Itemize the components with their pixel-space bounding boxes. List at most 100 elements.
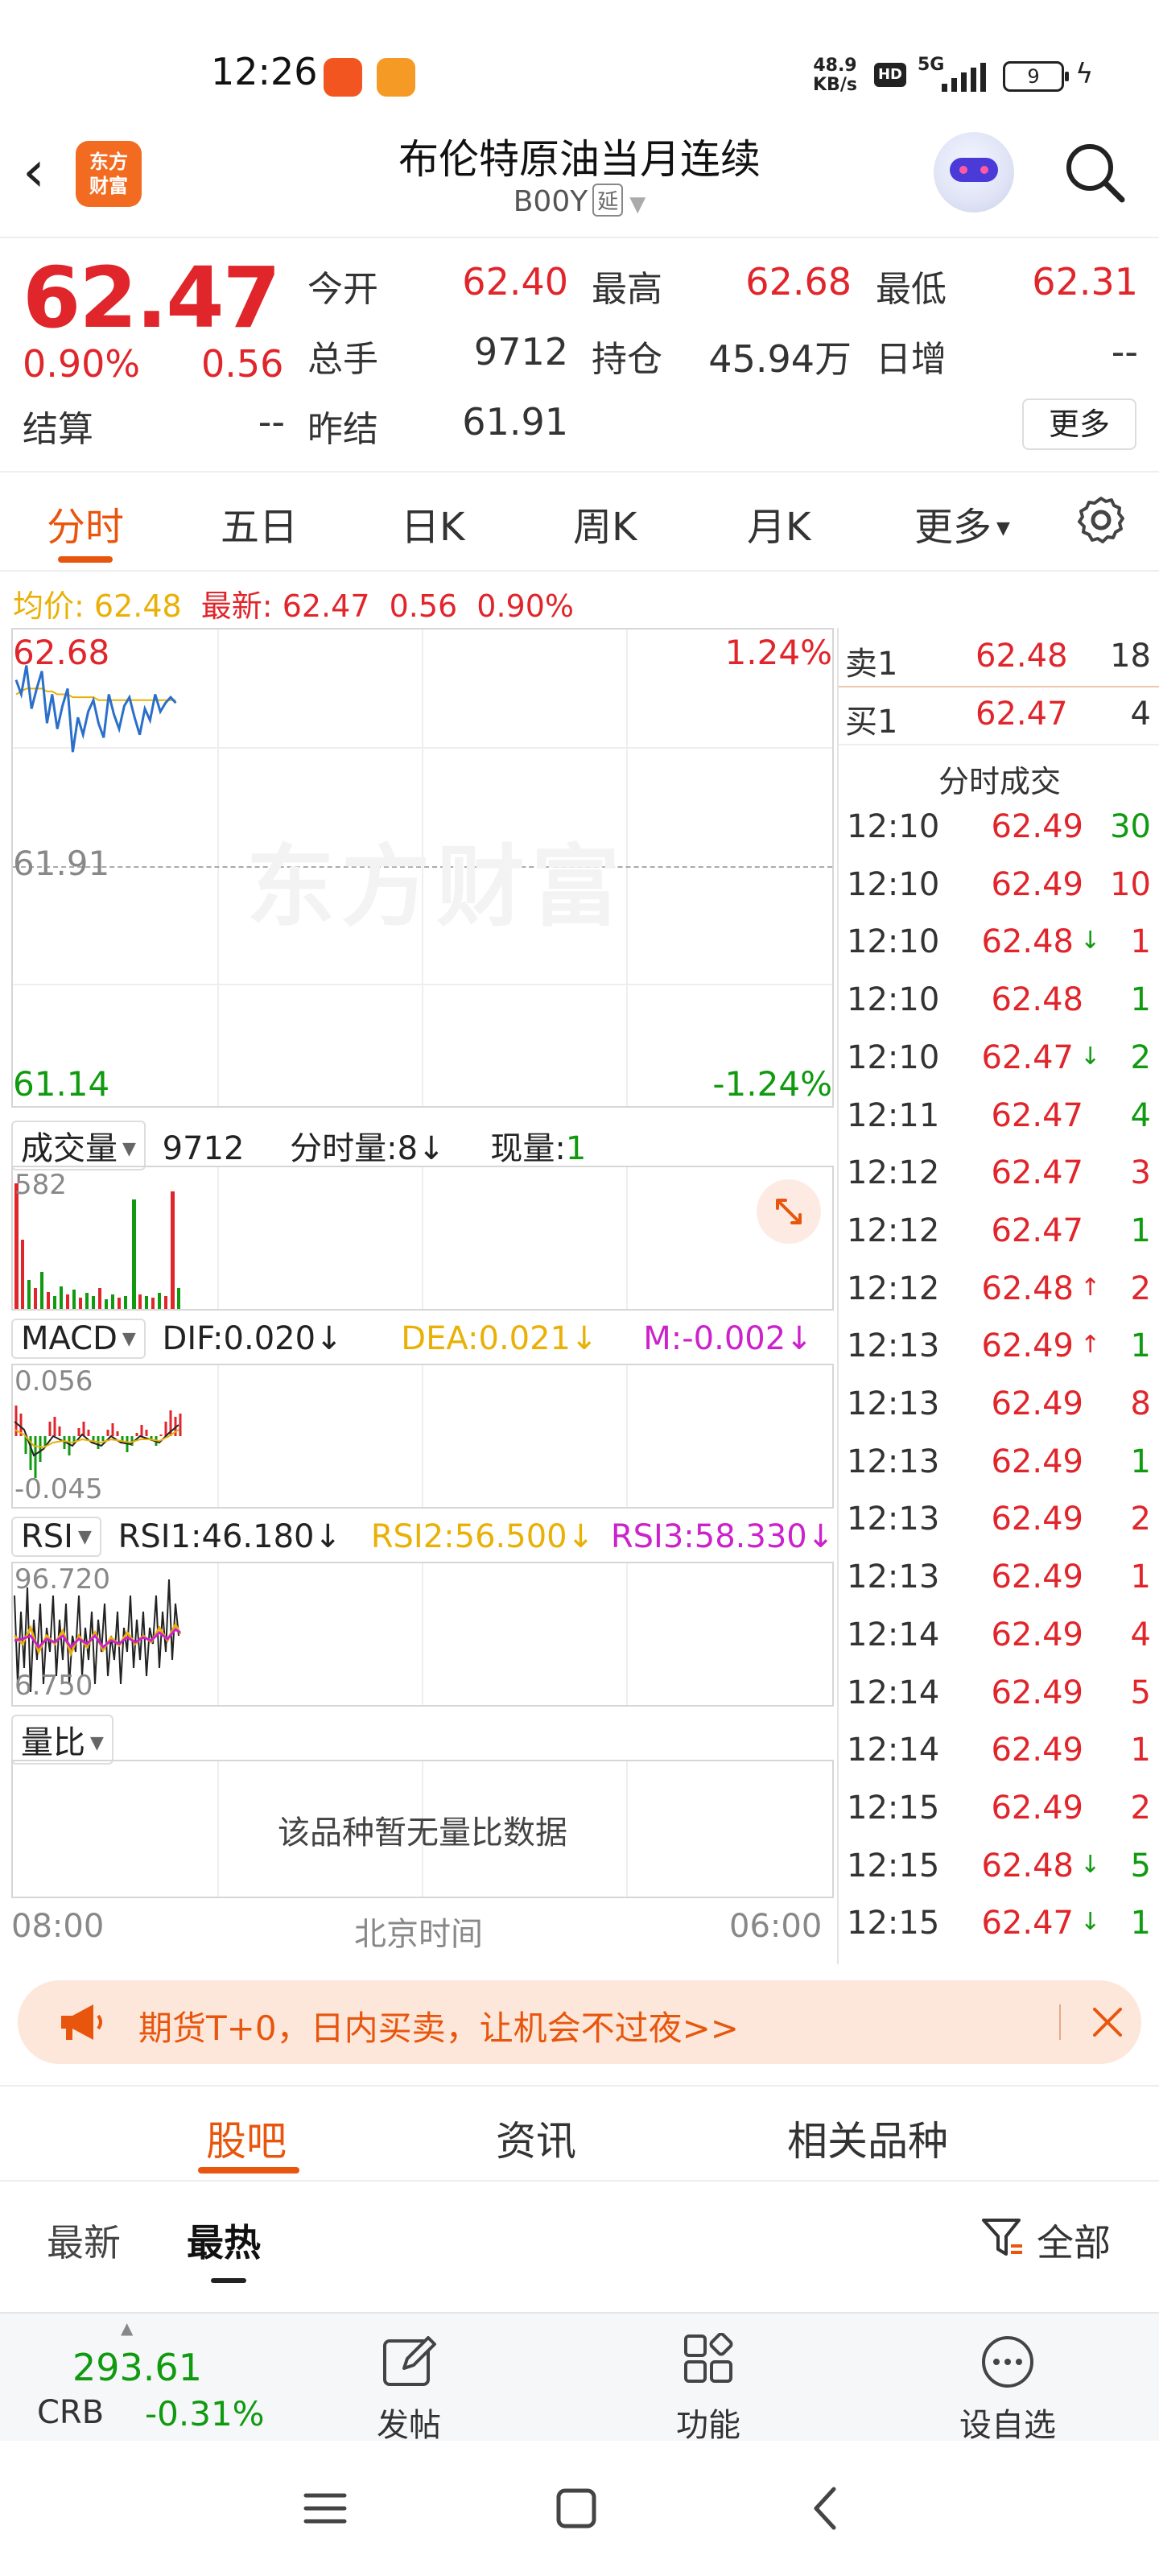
trade-row: 12:12 62.47 3 (839, 1146, 1159, 1204)
banner-divider (1059, 2004, 1061, 2040)
price-line-chart (14, 665, 177, 753)
back-nav-icon[interactable] (802, 2483, 853, 2534)
watchlist-button[interactable]: 设自选 (927, 2314, 1088, 2444)
close-icon[interactable] (1088, 2003, 1127, 2041)
latest-change: 0.56 (389, 588, 458, 624)
delay-tag: 延 (592, 184, 624, 217)
status-time: 12:26 (211, 50, 318, 93)
trade-price: 62.47 (991, 1154, 1083, 1192)
header: ‹ 东方财富 布伦特原油当月连续 B00Y 延 ▼ (0, 121, 1159, 237)
volume-ratio-selector[interactable]: 量比 ▼ (11, 1715, 113, 1765)
more-button[interactable]: 更多 (1022, 398, 1136, 450)
tab-intraday[interactable]: 分时 (47, 495, 124, 551)
trade-time: 12:13 (847, 1558, 940, 1596)
tab-monthly-k[interactable]: 月K (747, 495, 810, 551)
caret-down-icon: ▼ (122, 1329, 136, 1349)
trade-price: 62.48 (991, 981, 1083, 1019)
home-icon[interactable] (551, 2483, 602, 2534)
trade-time: 12:13 (847, 1501, 940, 1538)
trade-tape[interactable]: 卖1 62.48 18 买1 62.47 4 分时成交 12:10 62.49 30… (837, 628, 1159, 1964)
chart-area[interactable]: 东方财富 62.68 1.24% 61.91 61.14 -1.24% 成交量 ▼… (0, 628, 837, 1964)
net-speed-unit: KB/s (813, 75, 857, 95)
battery-icon: 9 (1003, 61, 1069, 92)
macd-max-label: 0.056 (14, 1365, 93, 1397)
tab-forum[interactable]: 股吧 (206, 2109, 287, 2167)
trade-direction-icon: ↓ (1080, 1908, 1101, 1937)
functions-button[interactable]: 功能 (628, 2314, 789, 2444)
grid-icon (684, 2333, 733, 2383)
trade-row: 12:14 62.49 5 (839, 1666, 1159, 1724)
trade-volume: 10 (1110, 865, 1151, 903)
daily-increase-value: -- (1111, 330, 1138, 374)
hd-icon: HD (874, 63, 906, 87)
volume-ratio-pane: 该品种暂无量比数据 (11, 1760, 834, 1898)
tab-five-day[interactable]: 五日 (221, 495, 298, 551)
macd-selector[interactable]: MACD ▼ (11, 1319, 146, 1359)
volume-selector-label: 成交量 (21, 1130, 118, 1167)
trade-volume: 3 (1130, 1154, 1151, 1192)
trade-row: 12:15 62.49 2 (839, 1781, 1159, 1839)
rsi2-value: RSI2:56.500↓ (370, 1518, 595, 1555)
expand-icon[interactable] (757, 1179, 821, 1244)
trade-time: 12:15 (847, 1789, 940, 1827)
macd-header: MACD ▼ DIF:0.020↓ DEA:0.021↓ M:-0.002↓ (11, 1319, 813, 1359)
caret-down-icon: ▼ (90, 1733, 104, 1753)
sort-latest[interactable]: 最新 (47, 2214, 121, 2267)
tab-related[interactable]: 相关品种 (787, 2109, 948, 2167)
trade-row: 12:13 62.49 2 (839, 1492, 1159, 1550)
ask-price: 62.48 (975, 638, 1068, 675)
trade-volume: 1 (1130, 1212, 1151, 1249)
tab-weekly-k[interactable]: 周K (573, 495, 637, 551)
tab-more[interactable]: 更多 ▼ (914, 495, 1010, 551)
filter-label[interactable]: 全部 (1037, 2214, 1111, 2267)
gear-icon[interactable] (1074, 493, 1128, 547)
trade-time: 12:11 (847, 1096, 940, 1134)
divider (0, 570, 1159, 572)
ask-row: 卖1 62.48 18 (845, 628, 1159, 686)
search-icon[interactable] (1061, 138, 1128, 206)
content-tabs: 股吧 资讯 相关品种 (0, 2085, 1159, 2182)
macd-pane[interactable]: 0.056 -0.045 (11, 1364, 834, 1509)
volume-total: 9712 (162, 1130, 245, 1167)
rsi-selector[interactable]: RSI ▼ (11, 1517, 101, 1557)
current-volume-label: 现量: (490, 1130, 566, 1167)
menu-icon[interactable] (299, 2483, 351, 2534)
tab-news[interactable]: 资讯 (496, 2109, 576, 2167)
volume-pane[interactable]: 582 (11, 1166, 834, 1311)
volume-selector[interactable]: 成交量 ▼ (11, 1121, 146, 1170)
sort-row: 最新 最热 全部 (0, 2183, 1159, 2312)
assistant-robot-icon[interactable] (934, 132, 1014, 213)
macd-selector-label: MACD (21, 1320, 118, 1357)
volume-header: 成交量 ▼ 9712 分时量:8↓ 现量:1 (11, 1121, 586, 1170)
more-dots-icon (982, 2336, 1033, 2388)
trade-price: 62.49 (991, 1501, 1083, 1538)
filter-icon[interactable] (980, 2215, 1025, 2260)
sort-hottest[interactable]: 最热 (187, 2214, 261, 2267)
price-pane[interactable]: 东方财富 62.68 1.24% 61.91 61.14 -1.24% (11, 628, 834, 1108)
trade-row: 12:10 62.49 10 (839, 858, 1159, 916)
macd-m: M:-0.002↓ (643, 1320, 813, 1357)
ticker-symbol: CRB (37, 2394, 105, 2431)
latest-change-pct: 0.90% (476, 588, 575, 624)
bid-price: 62.47 (975, 696, 1068, 733)
post-button[interactable]: 发帖 (328, 2314, 489, 2444)
trade-row: 12:14 62.49 4 (839, 1608, 1159, 1666)
promo-banner[interactable]: 期货T+0，日内买卖，让机会不过夜>> (18, 1980, 1141, 2064)
trade-row: 12:13 62.49 1 (839, 1550, 1159, 1608)
trade-volume: 5 (1130, 1674, 1151, 1711)
tab-daily-k[interactable]: 日K (401, 495, 464, 551)
trade-volume: 2 (1130, 1038, 1151, 1076)
x-end-label: 06:00 (729, 1908, 823, 1945)
avg-value: 62.48 (93, 588, 182, 624)
trade-time: 12:14 (847, 1732, 940, 1769)
volume-ratio-empty: 该品种暂无量比数据 (278, 1814, 567, 1852)
rsi-selector-label: RSI (21, 1518, 73, 1555)
net-speed: 48.9 KB/s (813, 56, 857, 95)
trade-time: 12:10 (847, 865, 940, 903)
trade-time: 12:14 (847, 1674, 940, 1711)
rsi-pane[interactable]: 96.720 6.750 (11, 1562, 834, 1707)
sort-indicator (211, 2278, 246, 2283)
volume-ratio-selector-label: 量比 (21, 1724, 85, 1761)
trade-price: 62.49 (981, 1327, 1074, 1365)
y-high-label: 62.68 (13, 633, 110, 672)
